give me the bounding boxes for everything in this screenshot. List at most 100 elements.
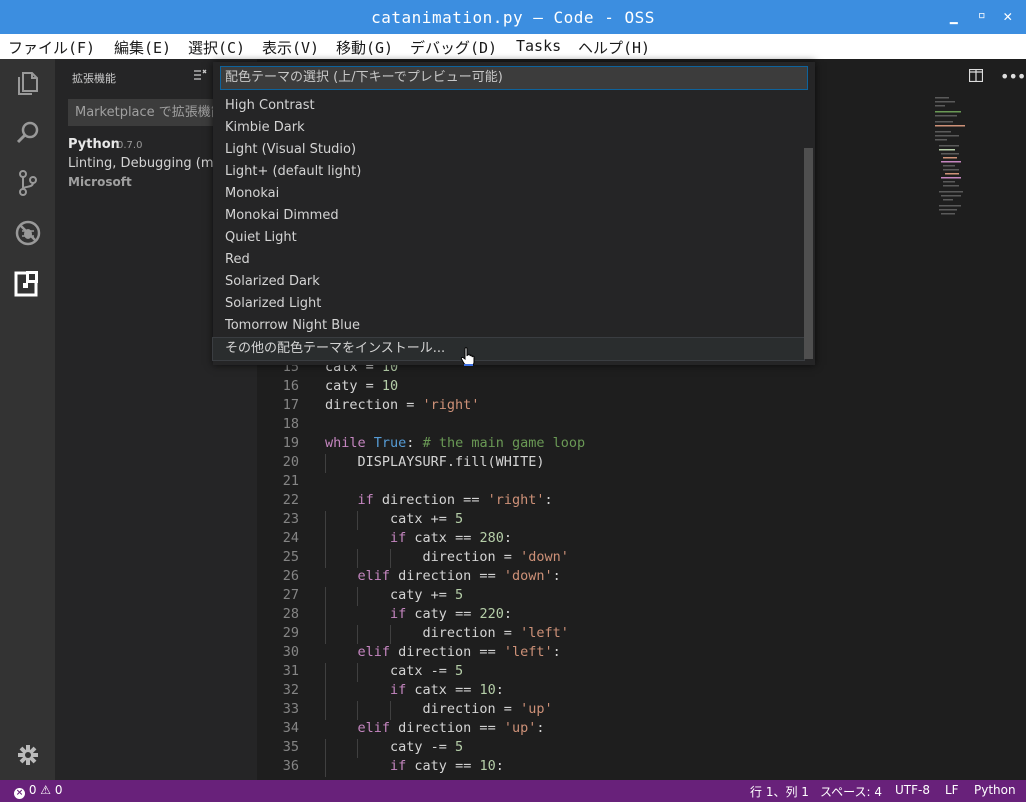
minimize-icon[interactable]: ▁ bbox=[946, 10, 962, 26]
code-line[interactable]: 20 DISPLAYSURF.fill(WHITE) bbox=[257, 454, 917, 473]
indent-guide bbox=[357, 701, 359, 720]
line-number: 20 bbox=[282, 454, 299, 470]
line-number: 19 bbox=[282, 435, 299, 451]
menu-go[interactable]: 移動(G) bbox=[336, 37, 393, 58]
code-text: if caty == 10: bbox=[325, 758, 504, 774]
line-number: 26 bbox=[282, 568, 299, 584]
source-control-icon[interactable] bbox=[14, 169, 42, 197]
language-mode[interactable]: Python bbox=[974, 783, 1016, 797]
code-token: 10 bbox=[381, 378, 399, 394]
code-line[interactable]: 36 if caty == 10: bbox=[257, 758, 917, 777]
code-line[interactable]: 29 direction = 'left' bbox=[257, 625, 917, 644]
code-token: if bbox=[390, 682, 407, 698]
gear-icon[interactable] bbox=[14, 741, 42, 769]
indent-guide bbox=[325, 758, 326, 777]
theme-search-input[interactable]: 配色テーマの選択 (上/下キーでプレビュー可能) bbox=[220, 66, 808, 90]
menu-view[interactable]: 表示(V) bbox=[262, 37, 319, 58]
code-line[interactable]: 21 bbox=[257, 473, 917, 492]
code-token: if bbox=[357, 492, 374, 508]
theme-item[interactable]: Quiet Light bbox=[213, 227, 804, 249]
quick-pick-scrollbar[interactable] bbox=[804, 148, 813, 359]
theme-item[interactable]: Monokai bbox=[213, 183, 804, 205]
code-token: direction == bbox=[373, 492, 488, 508]
theme-item[interactable]: Solarized Light bbox=[213, 293, 804, 315]
code-token: True bbox=[373, 435, 407, 451]
theme-item[interactable]: Monokai Dimmed bbox=[213, 205, 804, 227]
code-token: : bbox=[503, 606, 512, 622]
menu-file[interactable]: ファイル(F) bbox=[8, 37, 95, 58]
menu-edit[interactable]: 編集(E) bbox=[114, 37, 171, 58]
maximize-icon[interactable]: ▫ bbox=[974, 8, 990, 24]
split-editor-icon[interactable] bbox=[969, 69, 983, 82]
code-line[interactable]: 28 if caty == 220: bbox=[257, 606, 917, 625]
theme-item[interactable]: Light+ (default light) bbox=[213, 161, 804, 183]
code-token: 5 bbox=[455, 587, 464, 603]
code-line[interactable]: 24 if catx == 280: bbox=[257, 530, 917, 549]
menu-selection[interactable]: 選択(C) bbox=[188, 37, 245, 58]
line-number: 28 bbox=[282, 606, 299, 622]
line-number: 18 bbox=[282, 416, 299, 432]
line-number: 33 bbox=[282, 701, 299, 717]
code-line[interactable]: 27 caty += 5 bbox=[257, 587, 917, 606]
code-line[interactable]: 23 catx += 5 bbox=[257, 511, 917, 530]
theme-item[interactable]: Tomorrow Night Blue bbox=[213, 315, 804, 337]
code-token: direction = bbox=[325, 701, 521, 717]
sidebar-title: 拡張機能 bbox=[72, 72, 116, 85]
extension-name[interactable]: Python bbox=[68, 137, 120, 152]
debug-icon[interactable] bbox=[14, 219, 42, 247]
code-line[interactable]: 32 if catx == 10: bbox=[257, 682, 917, 701]
more-icon[interactable]: ••• bbox=[1000, 67, 1026, 86]
code-line[interactable]: 22 if direction == 'right': bbox=[257, 492, 917, 511]
code-line[interactable]: 30 elif direction == 'left': bbox=[257, 644, 917, 663]
code-text: direction = 'up' bbox=[325, 701, 553, 717]
code-line[interactable]: 25 direction = 'down' bbox=[257, 549, 917, 568]
code-line[interactable]: 17 direction = 'right' bbox=[257, 397, 917, 416]
minimap[interactable] bbox=[935, 95, 977, 225]
code-token: : bbox=[503, 530, 512, 546]
code-token: 'left' bbox=[503, 644, 553, 660]
menu-help[interactable]: ヘルプ(H) bbox=[578, 37, 650, 58]
files-icon[interactable] bbox=[14, 69, 42, 97]
theme-item[interactable]: Kimbie Dark bbox=[213, 117, 804, 139]
code-token: direction == bbox=[390, 644, 504, 660]
code-line[interactable]: 19 while True: # the main game loop bbox=[257, 435, 917, 454]
line-number: 16 bbox=[282, 378, 299, 394]
theme-item[interactable]: Red bbox=[213, 249, 804, 271]
code-line[interactable]: 31 catx -= 5 bbox=[257, 663, 917, 682]
install-more-themes-item[interactable]: その他の配色テーマをインストール... bbox=[212, 337, 805, 361]
code-line[interactable]: 33 direction = 'up' bbox=[257, 701, 917, 720]
problems-indicator[interactable]: × 0 ⚠ 0 bbox=[14, 783, 63, 799]
code-text: caty += 5 bbox=[325, 587, 463, 603]
code-line[interactable]: 26 elif direction == 'down': bbox=[257, 568, 917, 587]
code-token: caty == bbox=[406, 758, 480, 774]
code-line[interactable]: 34 elif direction == 'up': bbox=[257, 720, 917, 739]
code-text: caty -= 5 bbox=[325, 739, 463, 755]
code-text: DISPLAYSURF.fill(WHITE) bbox=[325, 454, 545, 470]
menu-debug[interactable]: デバッグ(D) bbox=[410, 37, 497, 58]
line-number: 31 bbox=[282, 663, 299, 679]
indentation[interactable]: スペース: 4 bbox=[820, 783, 882, 800]
theme-item[interactable]: High Contrast bbox=[213, 95, 804, 117]
clear-extensions-icon[interactable] bbox=[193, 68, 207, 82]
menu-tasks[interactable]: Tasks bbox=[516, 37, 561, 55]
code-line[interactable]: 18 bbox=[257, 416, 917, 435]
search-icon[interactable] bbox=[14, 119, 42, 147]
code-token: while bbox=[325, 435, 374, 451]
indent-guide bbox=[325, 587, 326, 606]
theme-item[interactable]: Solarized Dark bbox=[213, 271, 804, 293]
code-line[interactable]: 35 caty -= 5 bbox=[257, 739, 917, 758]
indent-guide bbox=[357, 587, 359, 606]
extensions-icon[interactable] bbox=[14, 269, 42, 297]
code-token: : bbox=[406, 435, 423, 451]
code-text: catx += 5 bbox=[325, 511, 463, 527]
end-of-line[interactable]: LF bbox=[945, 783, 959, 797]
cursor-position[interactable]: 行 1、列 1 bbox=[750, 783, 809, 800]
theme-item[interactable]: Light (Visual Studio) bbox=[213, 139, 804, 161]
code-line[interactable]: 16 caty = 10 bbox=[257, 378, 917, 397]
close-icon[interactable]: ✕ bbox=[1000, 8, 1016, 24]
encoding[interactable]: UTF-8 bbox=[895, 783, 930, 797]
